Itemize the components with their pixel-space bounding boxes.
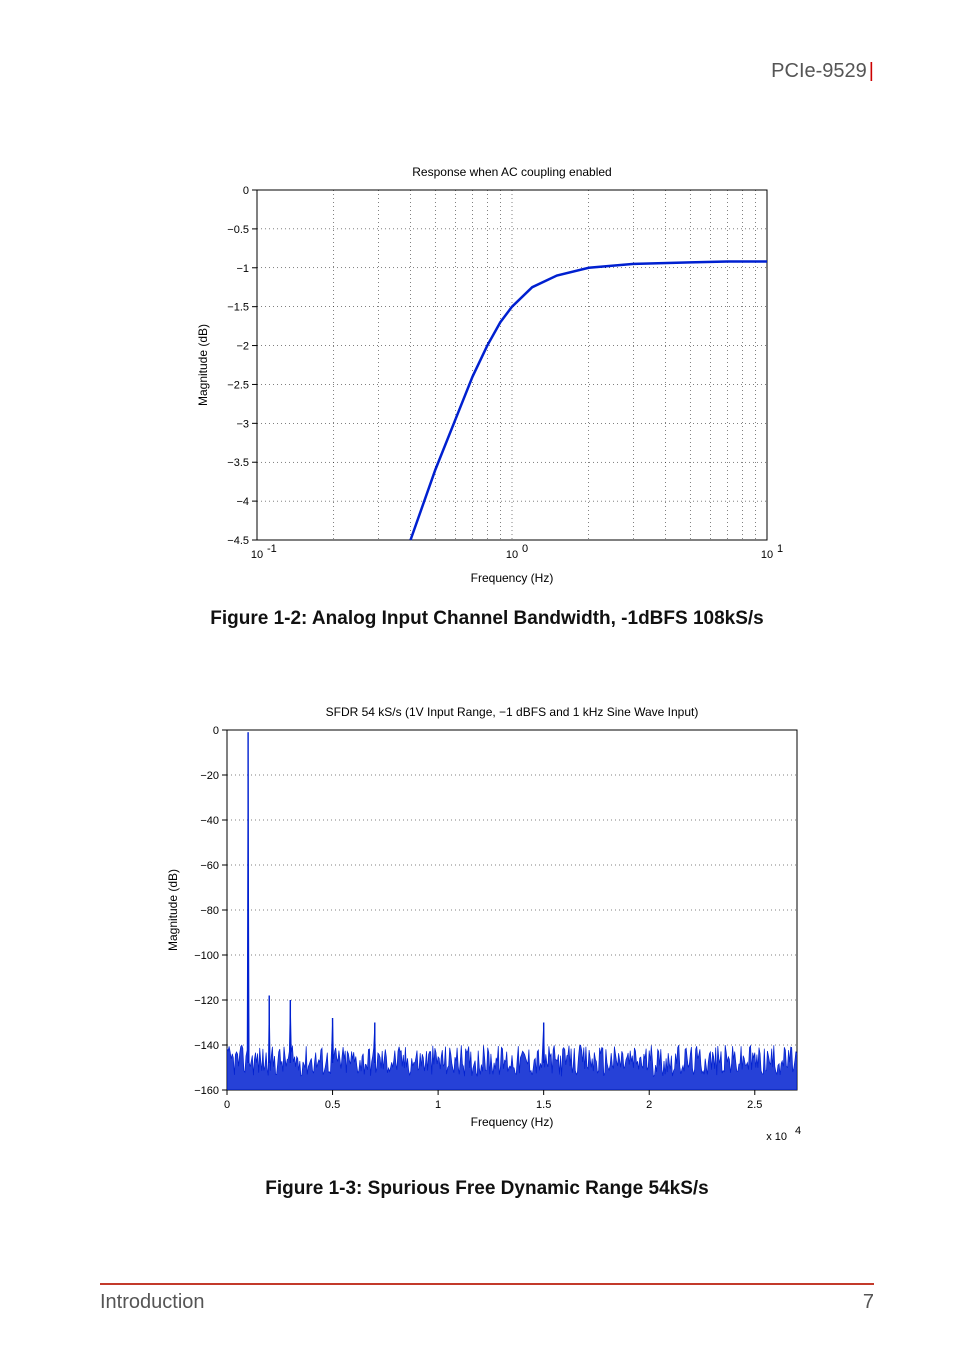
svg-text:2.5: 2.5 — [747, 1099, 762, 1111]
svg-text:−100: −100 — [194, 950, 219, 962]
svg-text:10: 10 — [251, 549, 263, 561]
svg-text:−160: −160 — [194, 1085, 219, 1097]
svg-text:Frequency (Hz): Frequency (Hz) — [471, 571, 554, 585]
svg-text:0: 0 — [522, 543, 528, 555]
svg-text:1: 1 — [435, 1099, 441, 1111]
header-accent-bar: | — [867, 60, 874, 82]
svg-text:0: 0 — [224, 1099, 230, 1111]
figure-1-caption: Figure 1-2: Analog Input Channel Bandwid… — [210, 608, 764, 630]
figure-2-block: SFDR 54 kS/s (1V Input Range, −1 dBFS an… — [100, 700, 874, 1200]
footer-page-number: 7 — [863, 1291, 874, 1314]
svg-text:−3.5: −3.5 — [227, 457, 249, 469]
svg-text:−2: −2 — [236, 341, 249, 353]
svg-text:Frequency (Hz): Frequency (Hz) — [471, 1115, 554, 1129]
figure-1-chart: Response when AC coupling enabled 0 −0.5 −1… — [187, 160, 787, 590]
figure-1-block: Response when AC coupling enabled 0 −0.5 −1… — [100, 160, 874, 630]
header-product: PCIe-9529| — [771, 60, 874, 83]
svg-text:Magnitude (dB): Magnitude (dB) — [166, 869, 180, 951]
figure-2-caption: Figure 1-3: Spurious Free Dynamic Range … — [265, 1178, 708, 1200]
svg-text:Response when AC coupling enab: Response when AC coupling enabled — [412, 165, 611, 179]
svg-text:−2.5: −2.5 — [227, 379, 249, 391]
svg-text:0: 0 — [243, 185, 249, 197]
footer-rule — [100, 1283, 874, 1285]
svg-text:−3: −3 — [236, 418, 249, 430]
svg-text:−1.5: −1.5 — [227, 302, 249, 314]
svg-text:−20: −20 — [200, 770, 219, 782]
svg-text:−60: −60 — [200, 860, 219, 872]
svg-text:−120: −120 — [194, 995, 219, 1007]
svg-text:SFDR 54 kS/s (1V Input Range,: SFDR 54 kS/s (1V Input Range, −1 dBFS an… — [326, 705, 699, 719]
svg-text:−140: −140 — [194, 1040, 219, 1052]
svg-text:−80: −80 — [200, 905, 219, 917]
svg-text:Magnitude (dB): Magnitude (dB) — [196, 324, 210, 406]
svg-text:−4.5: −4.5 — [227, 535, 249, 547]
svg-text:−40: −40 — [200, 815, 219, 827]
svg-text:4: 4 — [795, 1125, 801, 1137]
page: PCIe-9529| Response when AC coupling ena… — [0, 0, 954, 1354]
svg-text:1: 1 — [777, 543, 783, 555]
svg-text:0: 0 — [213, 725, 219, 737]
header-product-text: PCIe-9529 — [771, 60, 867, 82]
svg-text:1.5: 1.5 — [536, 1099, 551, 1111]
svg-text:−1: −1 — [236, 263, 249, 275]
svg-text:-1: -1 — [267, 543, 277, 555]
page-footer: Introduction 7 — [100, 1283, 874, 1314]
svg-text:x 10: x 10 — [766, 1131, 787, 1143]
svg-text:−0.5: −0.5 — [227, 224, 249, 236]
svg-text:10: 10 — [761, 549, 773, 561]
svg-text:−4: −4 — [236, 496, 249, 508]
footer-section: Introduction — [100, 1291, 205, 1314]
svg-text:2: 2 — [646, 1099, 652, 1111]
figure-2-chart: SFDR 54 kS/s (1V Input Range, −1 dBFS an… — [157, 700, 817, 1160]
svg-text:10: 10 — [506, 549, 518, 561]
svg-text:0.5: 0.5 — [325, 1099, 340, 1111]
